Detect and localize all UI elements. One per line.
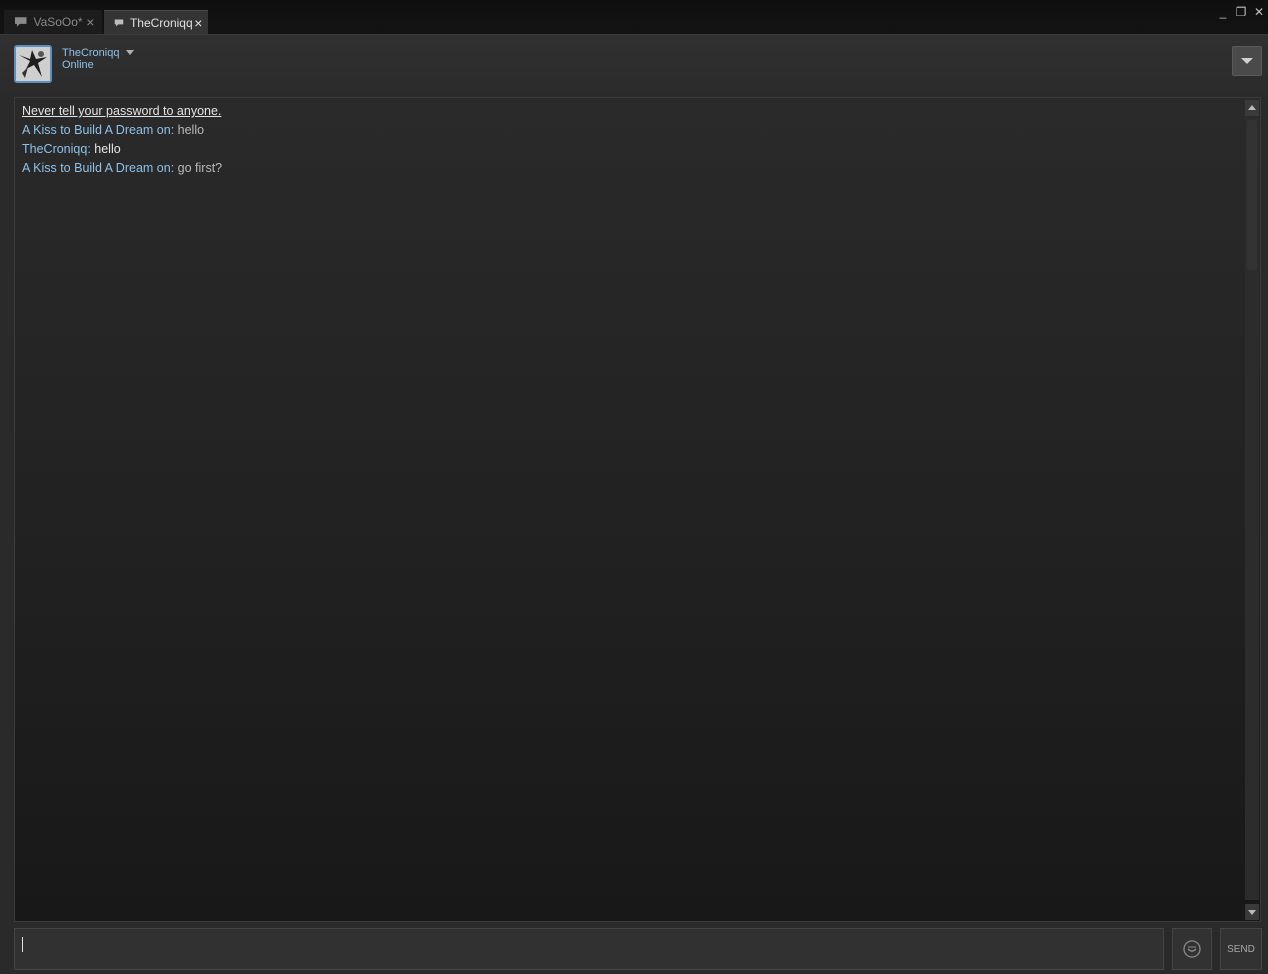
scroll-track[interactable] [1245, 118, 1259, 900]
chat-message: A Kiss to Build A Dream on: hello [22, 121, 222, 140]
message-sender: A Kiss to Build A Dream on [22, 123, 171, 137]
emoticon-button[interactable] [1172, 928, 1212, 970]
minimize-button[interactable]: _ [1214, 4, 1232, 20]
chat-log: Never tell your password to anyone. A Ki… [14, 97, 1261, 922]
tab-vasoo[interactable]: VaSoOo* × [4, 10, 102, 34]
chat-message: TheCroniqq: hello [22, 140, 222, 159]
tab-label: VaSoOo* [33, 15, 83, 29]
chat-bubble-icon [114, 18, 124, 27]
message-text: go first? [177, 161, 223, 175]
chat-scrollbar[interactable] [1245, 100, 1259, 920]
friend-name[interactable]: TheCroniqq [62, 47, 119, 59]
avatar-image [16, 47, 50, 81]
tab-thecroniqq[interactable]: TheCroniqq × [104, 10, 208, 34]
message-list: Never tell your password to anyone. A Ki… [22, 102, 222, 178]
text-caret [22, 937, 23, 952]
chevron-down-icon [1241, 58, 1253, 64]
message-text: hello [94, 142, 121, 156]
message-text: hello [177, 123, 205, 137]
chevron-down-icon [1248, 910, 1256, 915]
message-sender: TheCroniqq [22, 142, 88, 156]
chat-options-button[interactable] [1232, 46, 1262, 76]
tab-label: TheCroniqq [129, 15, 193, 30]
friend-header: TheCroniqq Online [0, 35, 1268, 97]
smiley-icon [1183, 940, 1201, 958]
window-controls: _ ❐ ✕ [1214, 4, 1268, 20]
message-separator: : [170, 161, 178, 175]
close-tab-icon[interactable]: × [193, 16, 204, 30]
message-separator: : [170, 123, 178, 137]
close-window-button[interactable]: ✕ [1250, 4, 1268, 20]
chat-window: VaSoOo* × TheCroniqq × _ ❐ ✕ TheCroniqq [0, 0, 1268, 974]
chevron-up-icon [1248, 105, 1256, 110]
scroll-thumb[interactable] [1247, 120, 1257, 270]
password-warning[interactable]: Never tell your password to anyone. [22, 102, 222, 121]
scroll-up-button[interactable] [1245, 100, 1259, 116]
message-input[interactable] [14, 928, 1164, 970]
scroll-down-button[interactable] [1245, 904, 1259, 920]
send-button[interactable]: SEND [1220, 928, 1262, 970]
chat-message: A Kiss to Build A Dream on: go first? [22, 159, 222, 178]
chevron-down-icon[interactable] [125, 49, 135, 57]
avatar[interactable] [14, 45, 52, 83]
tab-bar: VaSoOo* × TheCroniqq × _ ❐ ✕ [0, 0, 1268, 35]
friend-status: Online [62, 59, 94, 71]
close-tab-icon[interactable]: × [83, 15, 98, 29]
message-sender: A Kiss to Build A Dream on [22, 161, 171, 175]
restore-button[interactable]: ❐ [1232, 4, 1250, 20]
chat-bubble-icon [14, 17, 27, 27]
